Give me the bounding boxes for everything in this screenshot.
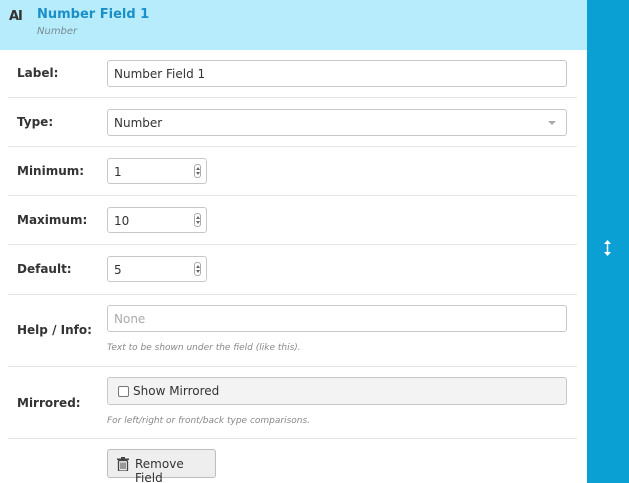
remove-field-label: Remove Field xyxy=(135,457,184,483)
minimum-label: Minimum: xyxy=(17,164,85,178)
field-type-subtitle: Number xyxy=(37,26,78,37)
field-title: Number Field 1 xyxy=(37,7,150,22)
show-mirrored-label: Show Mirrored xyxy=(133,384,220,398)
field-header[interactable]: AI Number Field 1 Number xyxy=(0,0,587,50)
mirrored-hint: For left/right or front/back type compar… xyxy=(107,416,311,426)
help-label: Help / Info: xyxy=(17,323,92,337)
default-label: Default: xyxy=(17,262,72,276)
default-stepper[interactable]: 5 xyxy=(107,256,207,282)
help-hint: Text to be shown under the field (like t… xyxy=(107,343,301,353)
label-input[interactable]: Number Field 1 xyxy=(107,60,567,87)
trash-icon xyxy=(117,457,129,471)
stepper-arrows-icon[interactable] xyxy=(194,164,201,178)
field-editor-panel: AI Number Field 1 Number Label: Number F… xyxy=(0,0,587,483)
type-select[interactable]: Number xyxy=(107,109,567,136)
maximum-label: Maximum: xyxy=(17,213,88,227)
type-label: Type: xyxy=(17,115,54,129)
show-mirrored-checkbox[interactable] xyxy=(118,386,129,397)
type-row: Type: Number xyxy=(8,98,577,147)
minimum-value: 1 xyxy=(114,165,122,179)
mirrored-row: Mirrored: Show Mirrored For left/right o… xyxy=(8,367,577,439)
minimum-row: Minimum: 1 xyxy=(8,147,577,196)
chevron-down-icon xyxy=(548,121,556,125)
help-input[interactable]: None xyxy=(107,305,567,332)
default-value: 5 xyxy=(114,263,122,277)
resize-vertical-icon[interactable] xyxy=(603,240,612,256)
default-row: Default: 5 xyxy=(8,245,577,295)
stepper-arrows-icon[interactable] xyxy=(194,213,201,227)
help-row: Help / Info: None Text to be shown under… xyxy=(8,295,577,367)
maximum-stepper[interactable]: 10 xyxy=(107,207,207,233)
maximum-value: 10 xyxy=(114,214,130,228)
remove-field-button[interactable]: Remove Field xyxy=(107,449,216,483)
side-drag-bar[interactable] xyxy=(587,0,629,483)
minimum-stepper[interactable]: 1 xyxy=(107,158,207,184)
label-row: Label: Number Field 1 xyxy=(8,50,577,98)
type-select-value: Number xyxy=(114,116,163,130)
stepper-arrows-icon[interactable] xyxy=(194,262,201,276)
show-mirrored-toggle[interactable]: Show Mirrored xyxy=(107,377,567,405)
label-label: Label: xyxy=(17,66,59,80)
text-field-icon: AI xyxy=(9,9,23,24)
mirrored-label: Mirrored: xyxy=(17,396,81,410)
maximum-row: Maximum: 10 xyxy=(8,196,577,245)
